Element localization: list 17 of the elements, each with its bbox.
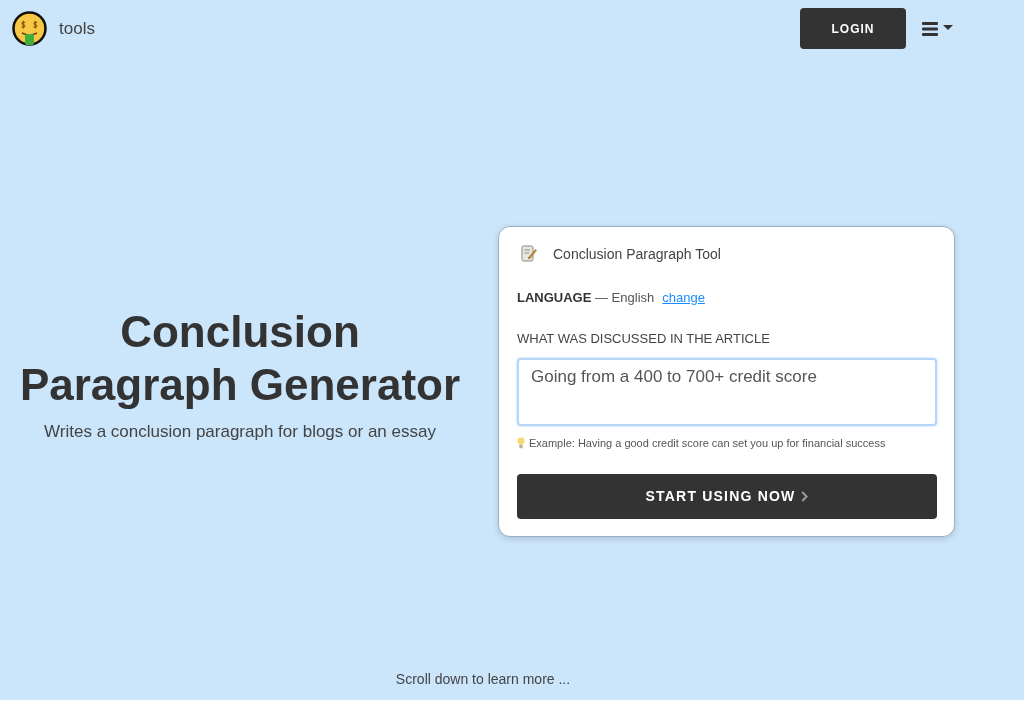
- brand-name: tools: [59, 18, 95, 39]
- input-field[interactable]: Going from a 400 to 700+ credit score: [517, 357, 937, 426]
- change-link[interactable]: change: [662, 289, 705, 305]
- scroll-pen-icon: [520, 245, 537, 262]
- page-title: Conclusion Paragraph Generator: [18, 305, 462, 411]
- scroll-hint: Scroll down to learn more ...: [395, 670, 571, 689]
- lightbulb-icon: [517, 436, 525, 449]
- example-hint: Example: Having a good credit score can set you up for financial success: [529, 435, 886, 450]
- chevron-right-icon: [801, 490, 809, 502]
- start-button[interactable]: START USING NOW: [517, 473, 937, 519]
- language-setting: LANGUAGE — English change: [517, 289, 706, 306]
- page-subtitle: Writes a conclusion paragraph for blogs or an essay: [44, 420, 436, 443]
- login-button[interactable]: LOGIN: [800, 8, 906, 49]
- menu-icon[interactable]: [922, 21, 953, 36]
- money-face-icon: [12, 10, 47, 47]
- field-label: WHAT WAS DISCUSSED IN THE ARTICLE: [517, 330, 771, 347]
- card-title: Conclusion Paragraph Tool: [553, 245, 721, 262]
